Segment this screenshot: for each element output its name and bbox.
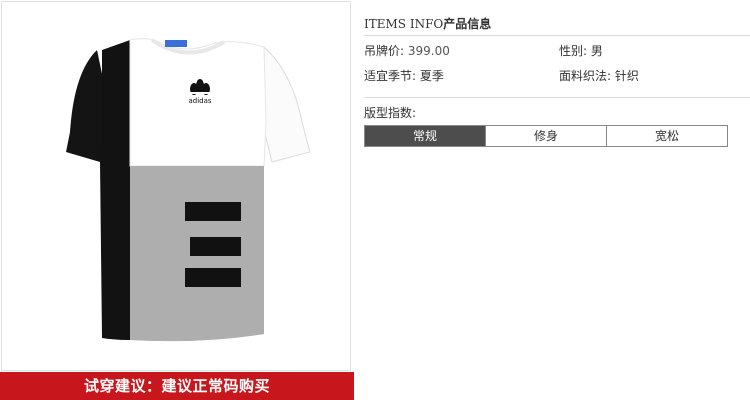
season-value: 夏季 — [419, 69, 444, 83]
tshirt-image: adidas — [66, 38, 311, 342]
fabric-value: 针织 — [614, 69, 639, 83]
price-row: 吊牌价: 399.00 — [364, 42, 450, 60]
fit-option-loose: 宽松 — [607, 126, 727, 146]
price-label: 吊牌价: — [364, 44, 405, 58]
fabric-row: 面料织法: 针织 — [559, 67, 639, 85]
divider — [364, 35, 750, 36]
season-row: 适宜季节: 夏季 — [364, 67, 444, 85]
fit-option-regular: 常规 — [365, 126, 486, 146]
gender-value: 男 — [590, 44, 603, 58]
info-heading: ITEMS INFO产品信息 — [364, 14, 750, 34]
divider — [364, 97, 750, 98]
fit-index-scale: 常规 修身 宽松 — [364, 125, 728, 147]
fit-advice-banner: 试穿建议：建议正常码购买 — [0, 372, 354, 400]
svg-text:adidas: adidas — [188, 97, 211, 105]
fabric-label: 面料织法: — [559, 69, 612, 83]
info-heading-en: ITEMS INFO — [364, 17, 444, 31]
product-image-panel: adidas 试穿建议：建议正常码购买 — [0, 0, 354, 400]
season-label: 适宜季节: — [364, 69, 417, 83]
fit-index-label: 版型指数: — [364, 106, 417, 120]
product-info-panel: ITEMS INFO产品信息 吊牌价: 399.00 性别: 男 适宜季节: 夏… — [364, 0, 750, 400]
gender-label: 性别: — [559, 44, 588, 58]
info-heading-cn: 产品信息 — [443, 17, 492, 31]
gender-row: 性别: 男 — [559, 42, 603, 60]
price-value: 399.00 — [407, 44, 450, 58]
fit-option-slim: 修身 — [486, 126, 607, 146]
product-image-frame: adidas — [1, 1, 351, 371]
